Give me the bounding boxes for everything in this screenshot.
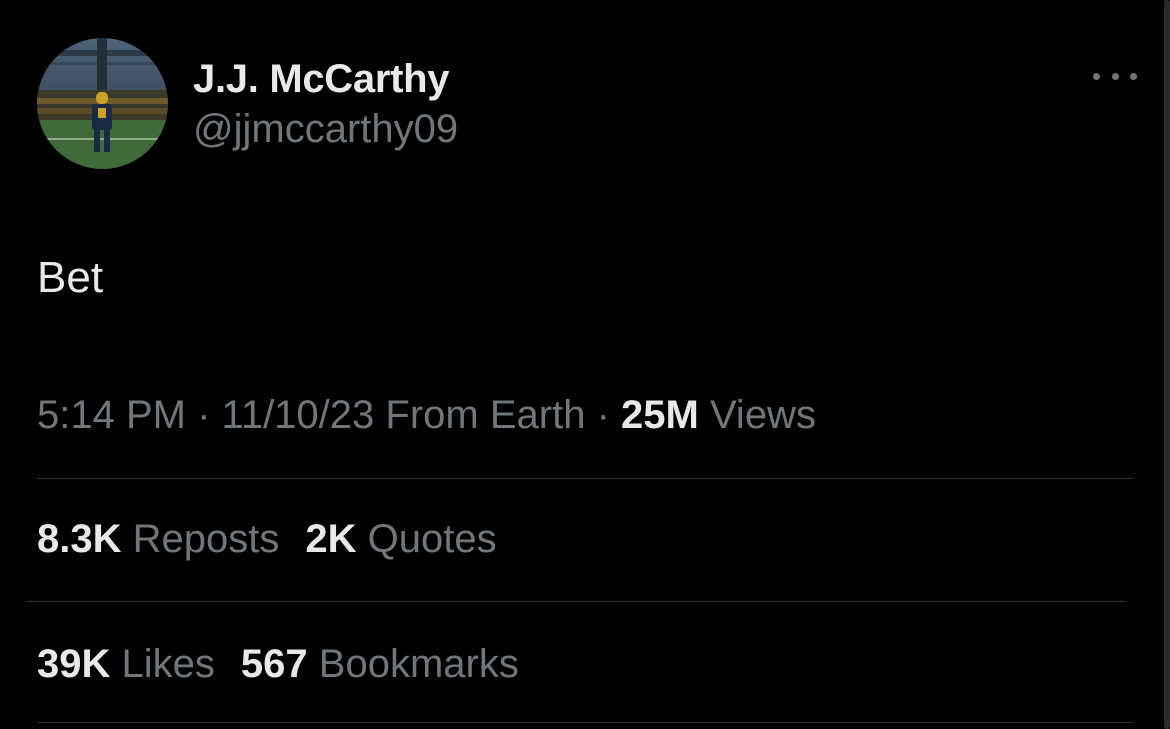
divider	[37, 722, 1133, 723]
scrollbar-track[interactable]	[1164, 0, 1170, 729]
meta-separator: ·	[596, 393, 610, 437]
tweet-text: Bet	[37, 253, 104, 302]
author-display-name[interactable]: J.J. McCarthy	[193, 56, 458, 102]
reposts-label: Reposts	[132, 517, 280, 561]
author-handle[interactable]: @jjmccarthy09	[193, 106, 458, 152]
likes-count: 39K	[37, 642, 111, 686]
bookmarks-count: 567	[240, 642, 308, 686]
quotes-stat[interactable]: 2K Quotes	[305, 515, 496, 563]
engagement-row-2: 39K Likes 567 Bookmarks	[37, 640, 519, 688]
views-count: 25M	[621, 393, 699, 437]
reposts-count: 8.3K	[37, 517, 122, 561]
likes-label: Likes	[121, 642, 215, 686]
quotes-count: 2K	[305, 517, 357, 561]
scrollbar-thumb[interactable]	[1164, 0, 1170, 729]
more-horizontal-icon	[1093, 72, 1100, 80]
tweet-date[interactable]: 11/10/23	[222, 393, 375, 437]
avatar[interactable]	[37, 38, 168, 169]
tweet-detail-page: J.J. McCarthy @jjmccarthy09 Bet 5:14 PM …	[0, 0, 1170, 729]
reposts-stat[interactable]: 8.3K Reposts	[37, 515, 279, 563]
tweet-header: J.J. McCarthy @jjmccarthy09	[37, 38, 1137, 170]
tweet-meta: 5:14 PM · 11/10/23 From Earth · 25M View…	[37, 391, 816, 439]
likes-stat[interactable]: 39K Likes	[37, 640, 215, 688]
author-block[interactable]: J.J. McCarthy @jjmccarthy09	[193, 56, 458, 152]
tweet-time[interactable]: 5:14 PM	[37, 393, 186, 437]
bookmarks-stat[interactable]: 567 Bookmarks	[241, 640, 519, 688]
views-label: Views	[709, 393, 816, 437]
bookmarks-label: Bookmarks	[318, 642, 519, 686]
divider	[26, 601, 1126, 602]
quotes-label: Quotes	[367, 517, 497, 561]
more-options-button[interactable]	[1093, 64, 1137, 88]
divider	[37, 478, 1133, 479]
meta-separator: ·	[197, 393, 211, 437]
engagement-row-1: 8.3K Reposts 2K Quotes	[37, 515, 497, 563]
tweet-source: From Earth	[385, 393, 586, 437]
